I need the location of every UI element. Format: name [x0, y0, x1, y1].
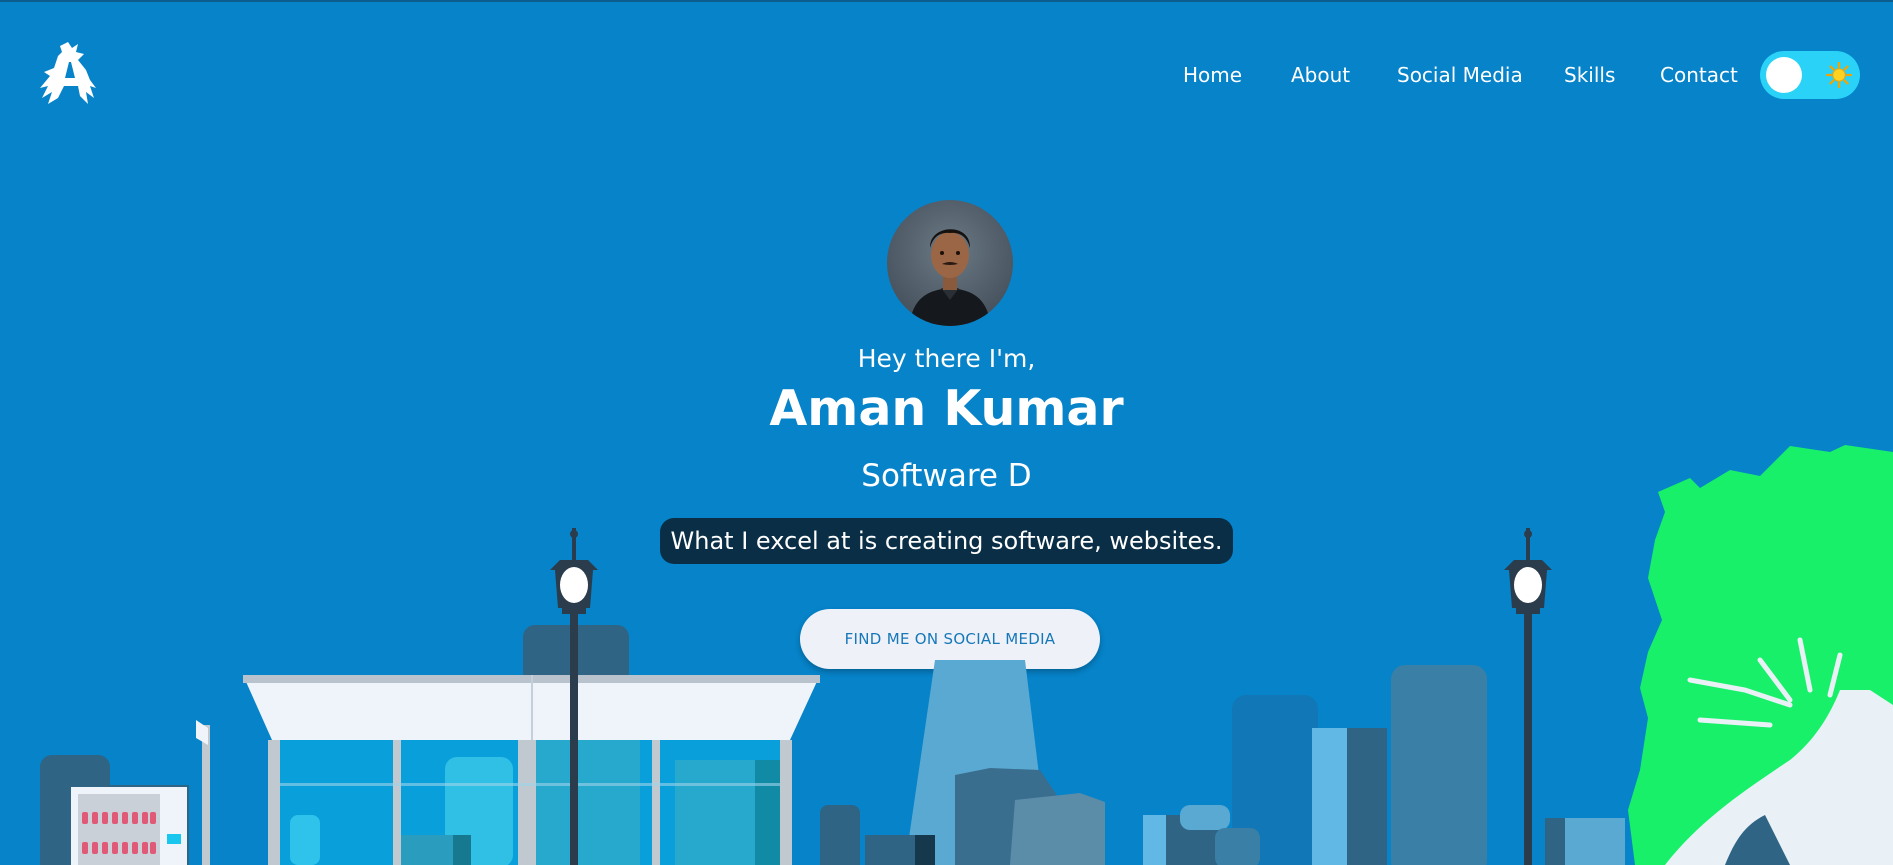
social-media-button[interactable]: FIND ME ON SOCIAL MEDIA — [800, 609, 1100, 669]
hero-name: Aman Kumar — [769, 380, 1124, 437]
sun-icon — [1826, 62, 1852, 88]
nav-contact[interactable]: Contact — [1660, 60, 1738, 90]
avatar — [887, 200, 1013, 326]
nav-about[interactable]: About — [1291, 60, 1350, 90]
tagline-wrapper: What I excel at is creating software, we… — [0, 518, 1893, 564]
nav-skills[interactable]: Skills — [1564, 60, 1615, 90]
logo-icon[interactable] — [38, 40, 102, 106]
hero-tagline: What I excel at is creating software, we… — [659, 518, 1234, 564]
hero-role: Software D — [861, 458, 1032, 494]
toggle-knob — [1766, 57, 1802, 93]
greeting-text: Hey there I'm, — [857, 344, 1036, 373]
nav-home[interactable]: Home — [1183, 60, 1242, 90]
theme-toggle[interactable] — [1760, 51, 1860, 99]
nav-social-media[interactable]: Social Media — [1397, 60, 1523, 90]
top-border — [0, 0, 1893, 2]
